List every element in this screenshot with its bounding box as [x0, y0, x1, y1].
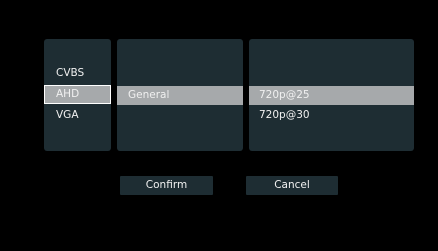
mode-list: General — [117, 39, 243, 151]
signal-item-label: VGA — [56, 109, 79, 121]
signal-item-label: CVBS — [56, 67, 85, 79]
video-input-settings-screen: CVBS AHD VGA General 720p@25 720p@30 Con… — [0, 0, 438, 251]
resolution-list: 720p@25 720p@30 — [249, 39, 414, 151]
signal-item-cvbs[interactable]: CVBS — [44, 64, 111, 83]
confirm-button[interactable]: Confirm — [120, 176, 213, 195]
mode-item-general[interactable]: General — [117, 86, 243, 105]
signal-item-vga[interactable]: VGA — [44, 106, 111, 125]
resolution-item-label: 720p@30 — [259, 109, 310, 121]
cancel-button-label: Cancel — [274, 179, 310, 191]
signal-type-list: CVBS AHD VGA — [44, 39, 111, 151]
mode-item-label: General — [128, 89, 170, 101]
signal-item-ahd[interactable]: AHD — [44, 85, 111, 104]
cancel-button[interactable]: Cancel — [246, 176, 338, 195]
signal-item-label: AHD — [56, 88, 80, 100]
resolution-item-label: 720p@25 — [259, 89, 310, 101]
resolution-item-720p25[interactable]: 720p@25 — [249, 86, 414, 105]
resolution-item-720p30[interactable]: 720p@30 — [249, 106, 414, 125]
confirm-button-label: Confirm — [145, 179, 188, 191]
